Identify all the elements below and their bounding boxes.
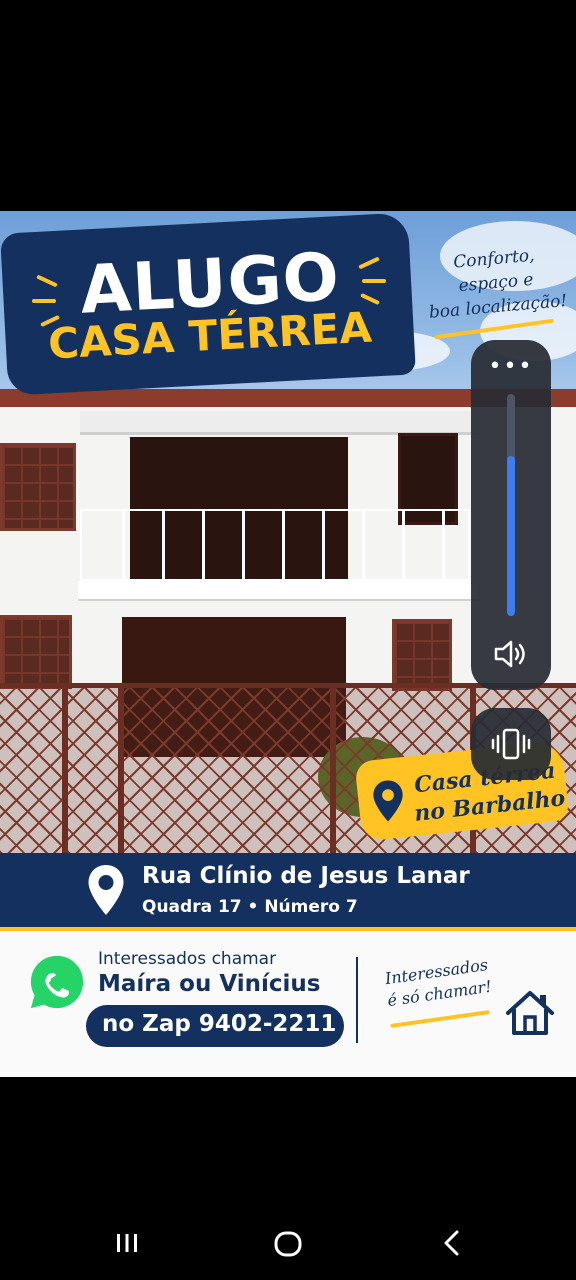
vibrate-icon[interactable] [490,726,532,762]
volume-more-options[interactable]: ••• [471,356,551,378]
speaker-icon[interactable] [492,638,530,670]
whatsapp-icon [30,955,84,1009]
home-button-icon[interactable] [270,1226,306,1262]
location-pin-icon [88,865,124,915]
back-icon[interactable] [436,1226,466,1260]
address-detail: Quadra 17 • Número 7 [142,897,358,917]
home-icon [506,991,554,1035]
contact-intro: Interessados chamar [98,949,277,969]
address-street: Rua Clínio de Jesus Lanar [142,863,470,889]
contact-names: Maíra ou Vinícius [98,971,321,997]
divider [356,957,358,1043]
recents-icon[interactable] [110,1226,144,1260]
volume-slider[interactable] [507,394,515,616]
volume-level-fill [507,456,515,616]
phone-number: no Zap 9402-2211 [102,1011,337,1037]
